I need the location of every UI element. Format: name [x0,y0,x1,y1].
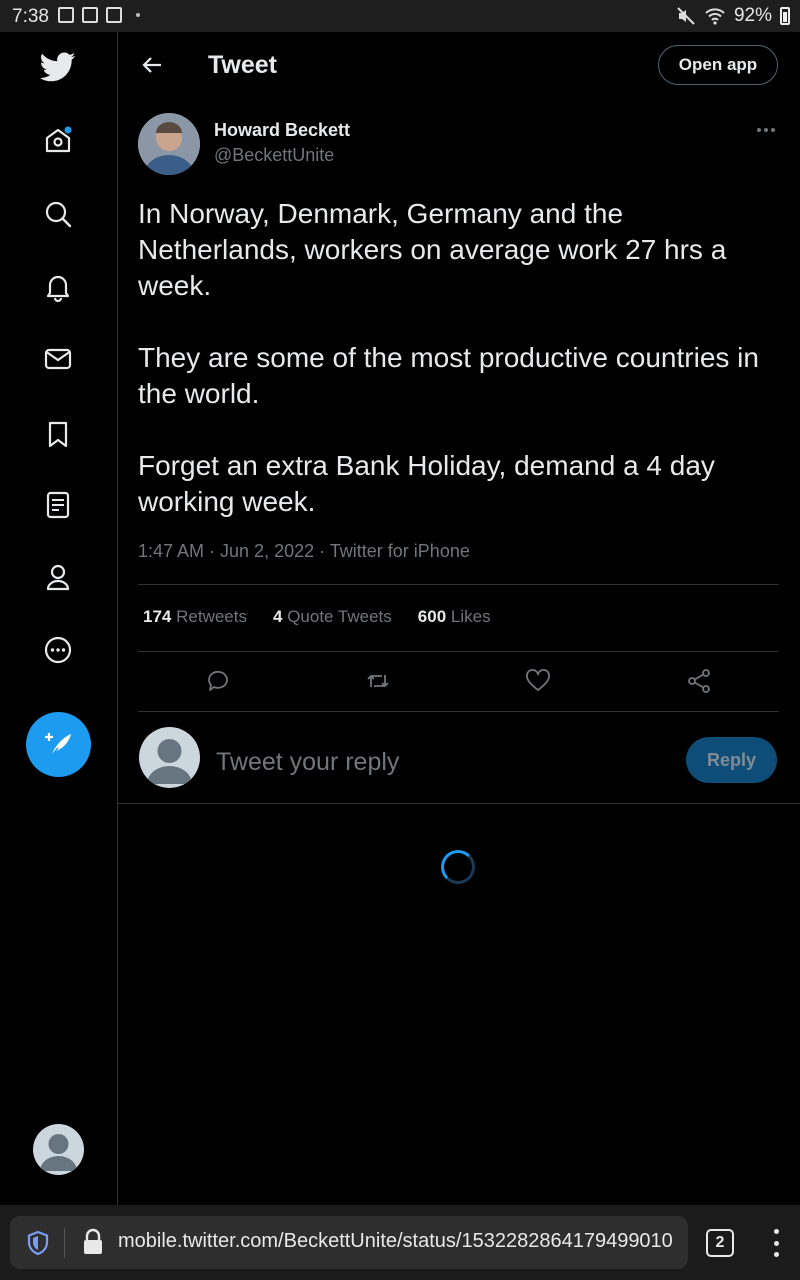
wifi-icon [705,8,725,25]
more-icon[interactable] [34,626,82,674]
retweet-icon[interactable] [362,665,394,697]
profile-icon[interactable] [34,553,82,601]
quote-tweets-stat[interactable]: 4 Quote Tweets [273,607,392,627]
author-name[interactable]: Howard Beckett [214,120,350,141]
bookmarks-icon[interactable] [34,410,82,458]
tweet-paragraph: They are some of the most productive cou… [138,342,759,409]
reply-avatar [139,727,200,788]
lock-icon[interactable] [80,1228,106,1256]
divider [138,711,779,712]
default-avatar-icon [147,739,192,784]
search-icon[interactable] [34,190,82,238]
messages-envelope-icon[interactable] [34,335,82,383]
screenshot-notification-icon [106,7,122,23]
shield-icon[interactable] [24,1229,52,1257]
open-app-button[interactable]: Open app [658,45,778,85]
gallery-notification-icon [58,7,74,23]
compose-tweet-button[interactable] [26,712,91,777]
back-arrow-icon [142,57,161,73]
reply-button[interactable]: Reply [686,737,777,783]
tweet-stats: 174 Retweets 4 Quote Tweets 600 Likes [143,607,491,627]
status-bar: 7:38 92% [0,0,800,32]
tweet-paragraph: Forget an extra Bank Holiday, demand a 4… [138,450,715,517]
status-right: 92% [676,5,790,27]
notifications-bell-icon[interactable] [34,263,82,311]
tweet-paragraph: In Norway, Denmark, Germany and the Neth… [138,198,727,301]
page-header: Tweet Open app [118,32,800,100]
url-text[interactable]: mobile.twitter.com/BeckettUnite/status/1… [118,1230,673,1253]
divider [138,651,779,652]
browser-menu-icon[interactable] [770,1229,782,1257]
mute-icon [677,7,695,25]
tweet-text: In Norway, Denmark, Germany and the Neth… [138,196,778,556]
divider [118,803,800,804]
browser-toolbar: mobile.twitter.com/BeckettUnite/status/1… [0,1205,800,1280]
back-button[interactable] [136,49,168,81]
author-handle[interactable]: @BeckettUnite [214,145,334,166]
share-icon[interactable] [683,665,715,697]
battery-icon [780,7,790,25]
author-photo [138,113,200,175]
divider [138,584,779,585]
home-icon[interactable] [34,116,82,164]
like-heart-icon[interactable] [522,665,554,697]
likes-stat[interactable]: 600 Likes [418,607,491,627]
more-notifications-dot-icon [136,13,140,17]
twitter-logo-icon[interactable] [34,43,82,91]
reply-input[interactable] [216,743,666,781]
tweet-meta[interactable]: 1:47 AM · Jun 2, 2022 · Twitter for iPho… [138,541,470,562]
lists-icon[interactable] [34,481,82,529]
retweets-stat[interactable]: 174 Retweets [143,607,247,627]
default-avatar-icon [40,1134,77,1171]
address-bar[interactable]: mobile.twitter.com/BeckettUnite/status/1… [10,1216,688,1269]
page-title: Tweet [208,51,277,79]
compose-feather-icon [44,732,71,756]
status-time: 7:38 [12,6,49,27]
status-notification-icons [58,7,140,23]
sidebar-nav [0,32,118,1205]
battery-percent: 92% [733,5,772,26]
tab-switcher-button[interactable]: 2 [706,1229,734,1257]
tweet-actions [138,661,779,701]
account-avatar[interactable] [33,1124,84,1175]
reply-icon[interactable] [202,665,234,697]
loading-spinner-icon [441,850,475,884]
divider [64,1228,65,1258]
music-notification-icon [82,7,98,23]
tweet-more-options-icon[interactable] [752,118,780,142]
author-avatar[interactable] [138,113,200,175]
